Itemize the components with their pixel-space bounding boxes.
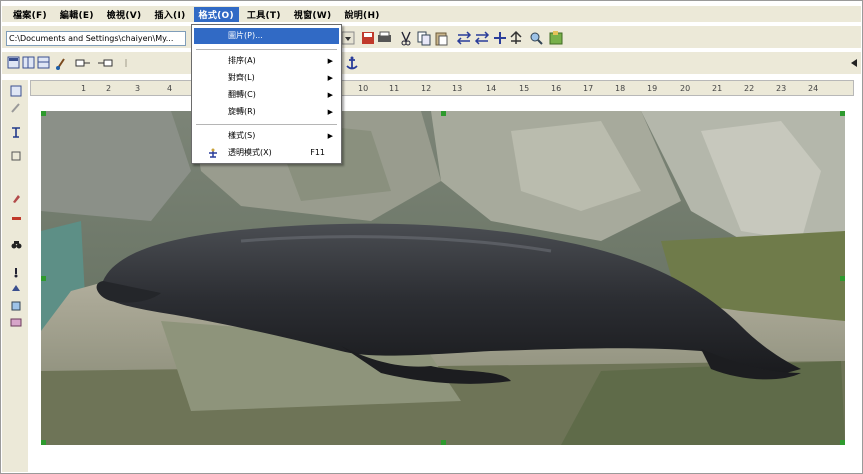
submenu-arrow-icon: ▶ <box>327 108 333 116</box>
ruler-tick: 14 <box>486 84 497 93</box>
menu-format[interactable]: 格式(O) <box>193 6 239 22</box>
resize-handle-bottom[interactable] <box>441 440 446 445</box>
format-menu-dropdown: 圖片(P)... 排序(A) ▶ 對齊(L) ▶ 翻轉(C) ▶ 旋轉(R) ▶… <box>191 24 342 164</box>
menu-file[interactable]: 檔案(F) <box>8 7 52 22</box>
fill-tool-icon[interactable] <box>10 282 22 294</box>
layers-tool-icon[interactable] <box>10 300 22 312</box>
menu-window[interactable]: 視窗(W) <box>289 7 337 22</box>
resize-handle-bottom-left[interactable] <box>41 440 46 445</box>
brush-tool-icon[interactable] <box>10 266 22 278</box>
menu-separator <box>196 124 337 125</box>
paste-icon[interactable] <box>435 32 448 46</box>
select-tool-icon[interactable] <box>10 85 22 97</box>
menu-item-arrange[interactable]: 排序(A) ▶ <box>194 53 339 69</box>
ruler-tick: 2 <box>106 84 112 93</box>
resize-handle-left[interactable] <box>41 276 46 281</box>
eraser-tool-icon[interactable] <box>10 212 22 224</box>
sea-lion-photo[interactable] <box>41 111 845 445</box>
menu-item-label: 翻轉(C) <box>228 90 256 99</box>
menu-item-flip[interactable]: 翻轉(C) ▶ <box>194 87 339 103</box>
anchor-icon[interactable] <box>342 55 362 71</box>
ruler-tick: 24 <box>808 84 819 93</box>
menu-help[interactable]: 說明(H) <box>339 7 384 22</box>
image-icon[interactable] <box>549 31 563 45</box>
gallery-tool-icon[interactable] <box>10 316 22 328</box>
ruler-tick: 11 <box>389 84 400 93</box>
menu-item-rotate[interactable]: 旋轉(R) ▶ <box>194 104 339 120</box>
window-cascade-icon[interactable] <box>37 56 50 69</box>
ruler-tick: 1 <box>81 84 87 93</box>
window-tile-icon[interactable] <box>22 56 35 69</box>
ruler-tick: 22 <box>744 84 755 93</box>
menu-separator <box>196 49 337 50</box>
binoculars-icon[interactable] <box>10 238 22 250</box>
ruler-tick: 12 <box>421 84 432 93</box>
bring-forward-icon[interactable] <box>510 30 522 44</box>
paint-tool-icon[interactable] <box>10 192 22 204</box>
ruler-tick: 4 <box>167 84 173 93</box>
window-normal-icon[interactable] <box>7 56 20 69</box>
horizontal-ruler: 1 2 3 4 5 6 7 8 9 10 11 12 13 14 15 16 1… <box>30 80 854 96</box>
menu-item-transparent-mode[interactable]: 透明模式(X) F11 <box>194 145 339 161</box>
menu-bar: 檔案(F) 編輯(E) 檢視(V) 插入(I) 格式(O) 工具(T) 視窗(W… <box>2 6 861 22</box>
submenu-arrow-icon: ▶ <box>327 57 333 65</box>
menu-item-align[interactable]: 對齊(L) ▶ <box>194 70 339 86</box>
menu-item-label: 對齊(L) <box>228 73 255 82</box>
ruler-tick: 18 <box>615 84 626 93</box>
dropdown-arrow-icon[interactable] <box>341 31 355 45</box>
sea-lion-image <box>41 111 845 445</box>
crop-tool-icon[interactable] <box>10 150 22 162</box>
menu-item-label: 旋轉(R) <box>228 107 256 116</box>
menu-item-shortcut: F11 <box>310 148 325 157</box>
pen-tool-icon[interactable] <box>10 102 22 114</box>
ruler-tick: 21 <box>712 84 723 93</box>
ruler-tick: 20 <box>680 84 691 93</box>
ruler-tick: 15 <box>519 84 530 93</box>
ruler-tick: 17 <box>583 84 594 93</box>
ruler-tick: 16 <box>551 84 562 93</box>
menu-item-label: 排序(A) <box>228 56 256 65</box>
menu-insert[interactable]: 插入(I) <box>149 7 190 22</box>
menu-view[interactable]: 檢視(V) <box>102 7 147 22</box>
zoom-icon[interactable] <box>530 32 543 45</box>
file-path-field[interactable]: C:\Documents and Settings\chaiyen\My... <box>6 31 186 46</box>
submenu-arrow-icon: ▶ <box>327 74 333 82</box>
shape-right-icon[interactable] <box>98 59 113 67</box>
menu-item-label: 圖片(P)... <box>228 31 263 40</box>
ruler-tick: 3 <box>135 84 141 93</box>
text-tool-icon[interactable] <box>10 126 22 138</box>
submenu-arrow-icon: ▶ <box>327 132 333 140</box>
brush-icon[interactable] <box>56 58 65 70</box>
menu-item-picture[interactable]: 圖片(P)... <box>194 28 339 44</box>
menu-tools[interactable]: 工具(T) <box>242 7 286 22</box>
left-toolbar <box>2 80 28 472</box>
menu-item-label: 樣式(S) <box>228 131 256 140</box>
move-up-icon[interactable] <box>494 32 506 44</box>
menu-item-label: 透明模式(X) <box>228 148 272 157</box>
toolbar-overflow-icon[interactable] <box>848 57 860 69</box>
toolbar-icons-row <box>341 30 563 46</box>
menu-edit[interactable]: 編輯(E) <box>55 7 99 22</box>
print-icon[interactable] <box>378 31 391 42</box>
ruler-tick: 13 <box>452 84 463 93</box>
submenu-arrow-icon: ▶ <box>327 91 333 99</box>
resize-handle-top-right[interactable] <box>840 111 845 116</box>
transparent-mode-icon <box>209 148 217 158</box>
cut-icon[interactable] <box>401 31 411 46</box>
toolbar2-icons-left <box>7 56 127 70</box>
resize-handle-top-left[interactable] <box>41 111 46 116</box>
menu-item-style[interactable]: 樣式(S) ▶ <box>194 128 339 144</box>
ruler-tick: 10 <box>358 84 369 93</box>
resize-handle-right[interactable] <box>840 276 845 281</box>
copy-icon[interactable] <box>417 31 431 46</box>
save-icon[interactable] <box>362 32 374 44</box>
ruler-tick: 19 <box>647 84 658 93</box>
shape-left-icon[interactable] <box>75 59 90 67</box>
swap-icon[interactable] <box>456 31 472 45</box>
resize-handle-top[interactable] <box>441 111 446 116</box>
ruler-tick: 23 <box>776 84 787 93</box>
swap-reverse-icon[interactable] <box>474 31 490 45</box>
resize-handle-bottom-right[interactable] <box>840 440 845 445</box>
